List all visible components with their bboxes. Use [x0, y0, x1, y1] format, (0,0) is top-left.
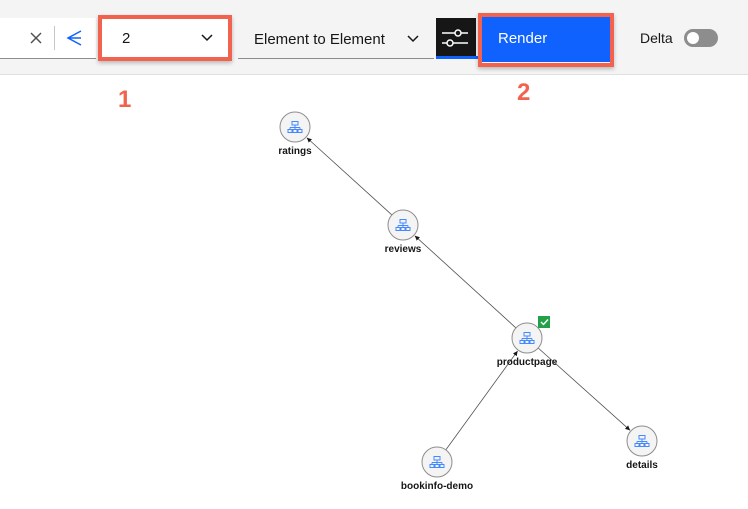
node-label: bookinfo-demo [401, 481, 473, 492]
graph-edge-productpage-to-reviews[interactable] [414, 235, 517, 329]
graph-node-productpage[interactable]: productpage [497, 316, 558, 368]
node-label: productpage [497, 357, 558, 368]
topology-graph: ratings reviews productpage details bookinfo… [278, 111, 658, 492]
graph-node-ratings[interactable]: ratings [278, 111, 312, 157]
status-badge [538, 316, 550, 328]
graph-edge-reviews-to-ratings[interactable] [306, 137, 393, 216]
node-label: reviews [385, 244, 422, 255]
graph-node-bookinfo-demo[interactable]: bookinfo-demo [401, 446, 473, 492]
node-label: ratings [278, 146, 312, 157]
node-label: details [626, 460, 658, 471]
graph-node-details[interactable]: details [626, 425, 658, 471]
graph-node-reviews[interactable]: reviews [385, 209, 422, 255]
